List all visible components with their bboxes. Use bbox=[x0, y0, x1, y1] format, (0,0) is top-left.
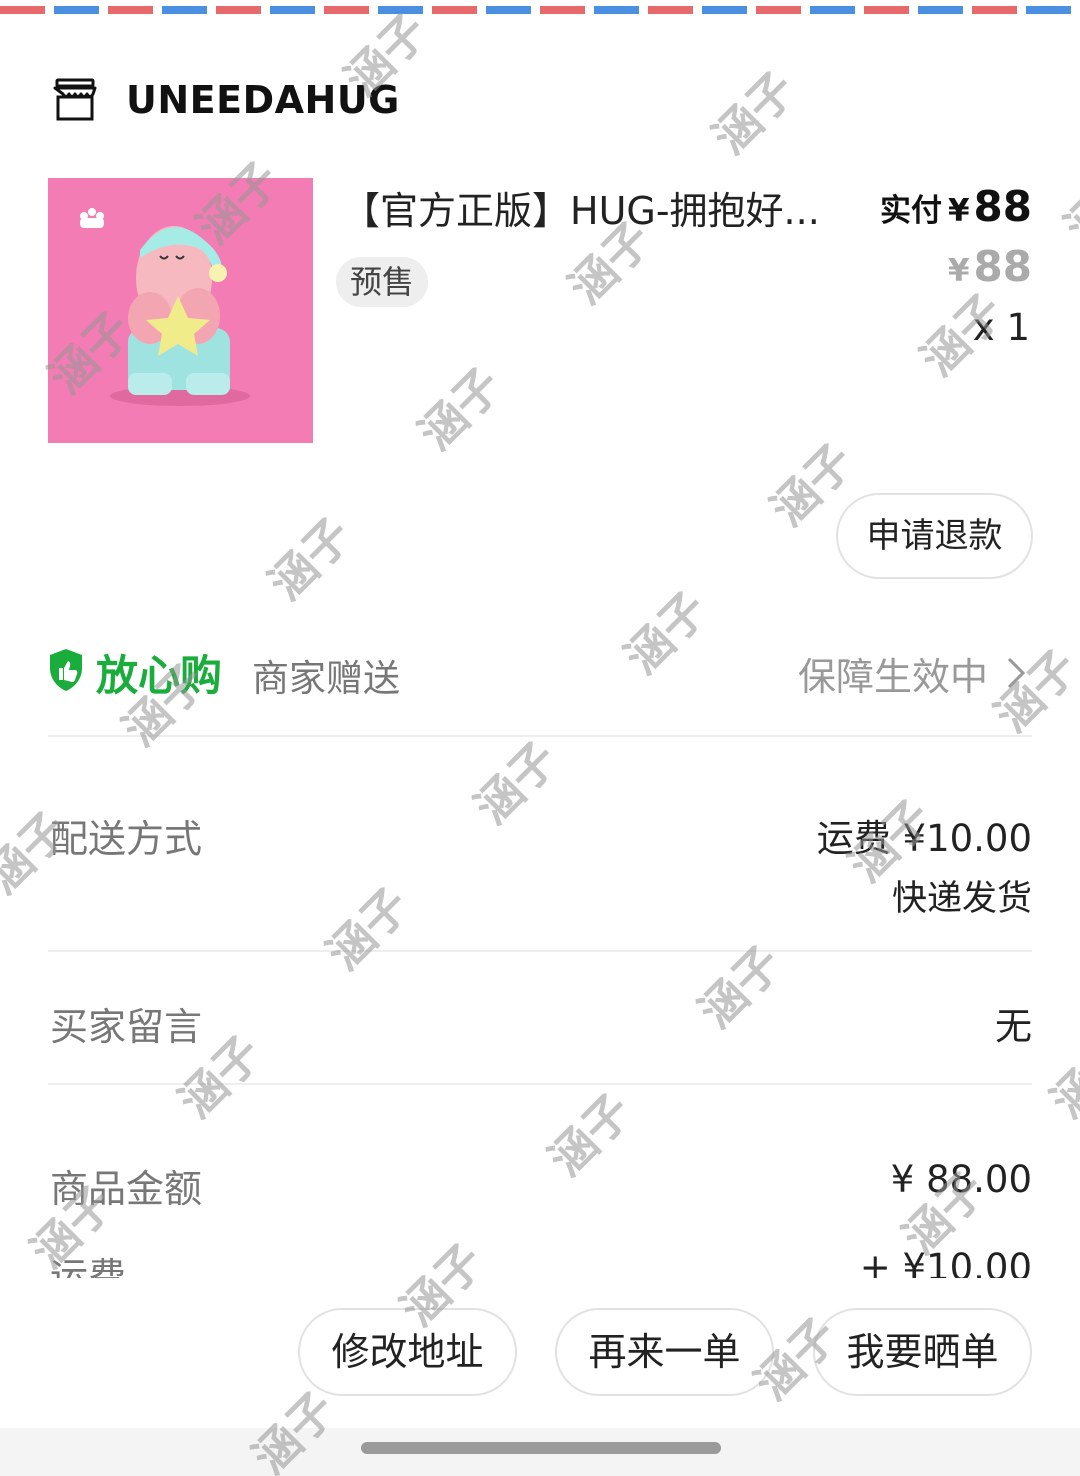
paid-currency: ¥ bbox=[947, 193, 970, 229]
watermark: 涵子 bbox=[464, 731, 568, 835]
orig-amount: 88 bbox=[973, 242, 1032, 291]
watermark: 涵子 bbox=[702, 61, 806, 165]
quantity: x 1 bbox=[972, 306, 1030, 349]
guarantee-brand: 放心购 bbox=[96, 651, 223, 700]
edit-address-button[interactable]: 修改地址 bbox=[298, 1308, 517, 1396]
airmail-stripe bbox=[0, 6, 1080, 14]
shop-name: UNEEDAHUG bbox=[126, 78, 400, 122]
paid-amount: 88 bbox=[973, 182, 1032, 231]
order-detail-page: UNEEDAHUG 【官方正版】HUG-拥抱好... 预售 实付 ¥88 ¥88… bbox=[0, 0, 1080, 1476]
share-review-button[interactable]: 我要晒单 bbox=[813, 1308, 1032, 1396]
guarantee-status: 保障生效中 bbox=[797, 655, 988, 699]
watermark: 涵子 bbox=[316, 877, 420, 981]
shield-check-icon bbox=[50, 649, 82, 691]
divider bbox=[48, 950, 1032, 952]
divider bbox=[48, 1083, 1032, 1085]
watermark: 涵子 bbox=[408, 357, 512, 461]
delivery-label: 配送方式 bbox=[50, 817, 203, 861]
orig-currency: ¥ bbox=[947, 253, 970, 289]
original-price: ¥88 bbox=[948, 242, 1032, 291]
shop-header[interactable]: UNEEDAHUG bbox=[52, 72, 400, 128]
reorder-button[interactable]: 再来一单 bbox=[555, 1308, 774, 1396]
delivery-fee: 运费 ¥10.00 bbox=[816, 817, 1032, 860]
buyer-message-label: 买家留言 bbox=[50, 1005, 203, 1049]
guarantee-gift: 商家赠送 bbox=[252, 657, 400, 700]
paid-label: 实付 bbox=[879, 193, 942, 229]
watermark: 涵子 bbox=[688, 935, 792, 1039]
paid-price: 实付 ¥88 bbox=[880, 182, 1032, 231]
shipping-label: 运费 bbox=[50, 1255, 127, 1278]
watermark: 涵子 bbox=[258, 507, 362, 611]
refund-button[interactable]: 申请退款 bbox=[836, 493, 1033, 579]
product-image[interactable] bbox=[48, 178, 313, 443]
guarantee-row[interactable]: 放心购 商家赠送 保障生效中 bbox=[48, 640, 1032, 704]
delivery-method: 快递发货 bbox=[891, 879, 1032, 919]
watermark: 涵子 bbox=[1040, 1025, 1080, 1129]
shipping-value: + ¥10.00 bbox=[859, 1246, 1032, 1278]
chevron-right-icon bbox=[1007, 657, 1026, 689]
order-summary: 商品金额 ¥ 88.00 运费 + ¥10.00 bbox=[0, 1120, 1080, 1278]
divider bbox=[48, 735, 1032, 737]
store-icon bbox=[53, 78, 97, 121]
product-title[interactable]: 【官方正版】HUG-拥抱好... bbox=[342, 180, 852, 235]
buyer-message-value: 无 bbox=[995, 1005, 1032, 1048]
goods-amount-label: 商品金额 bbox=[50, 1167, 203, 1211]
plush-doll-image bbox=[48, 178, 313, 443]
home-indicator[interactable] bbox=[361, 1442, 721, 1454]
watermark: 涵子 bbox=[1054, 151, 1080, 255]
presale-tag: 预售 bbox=[336, 257, 429, 307]
goods-amount-value: ¥ 88.00 bbox=[890, 1158, 1032, 1201]
